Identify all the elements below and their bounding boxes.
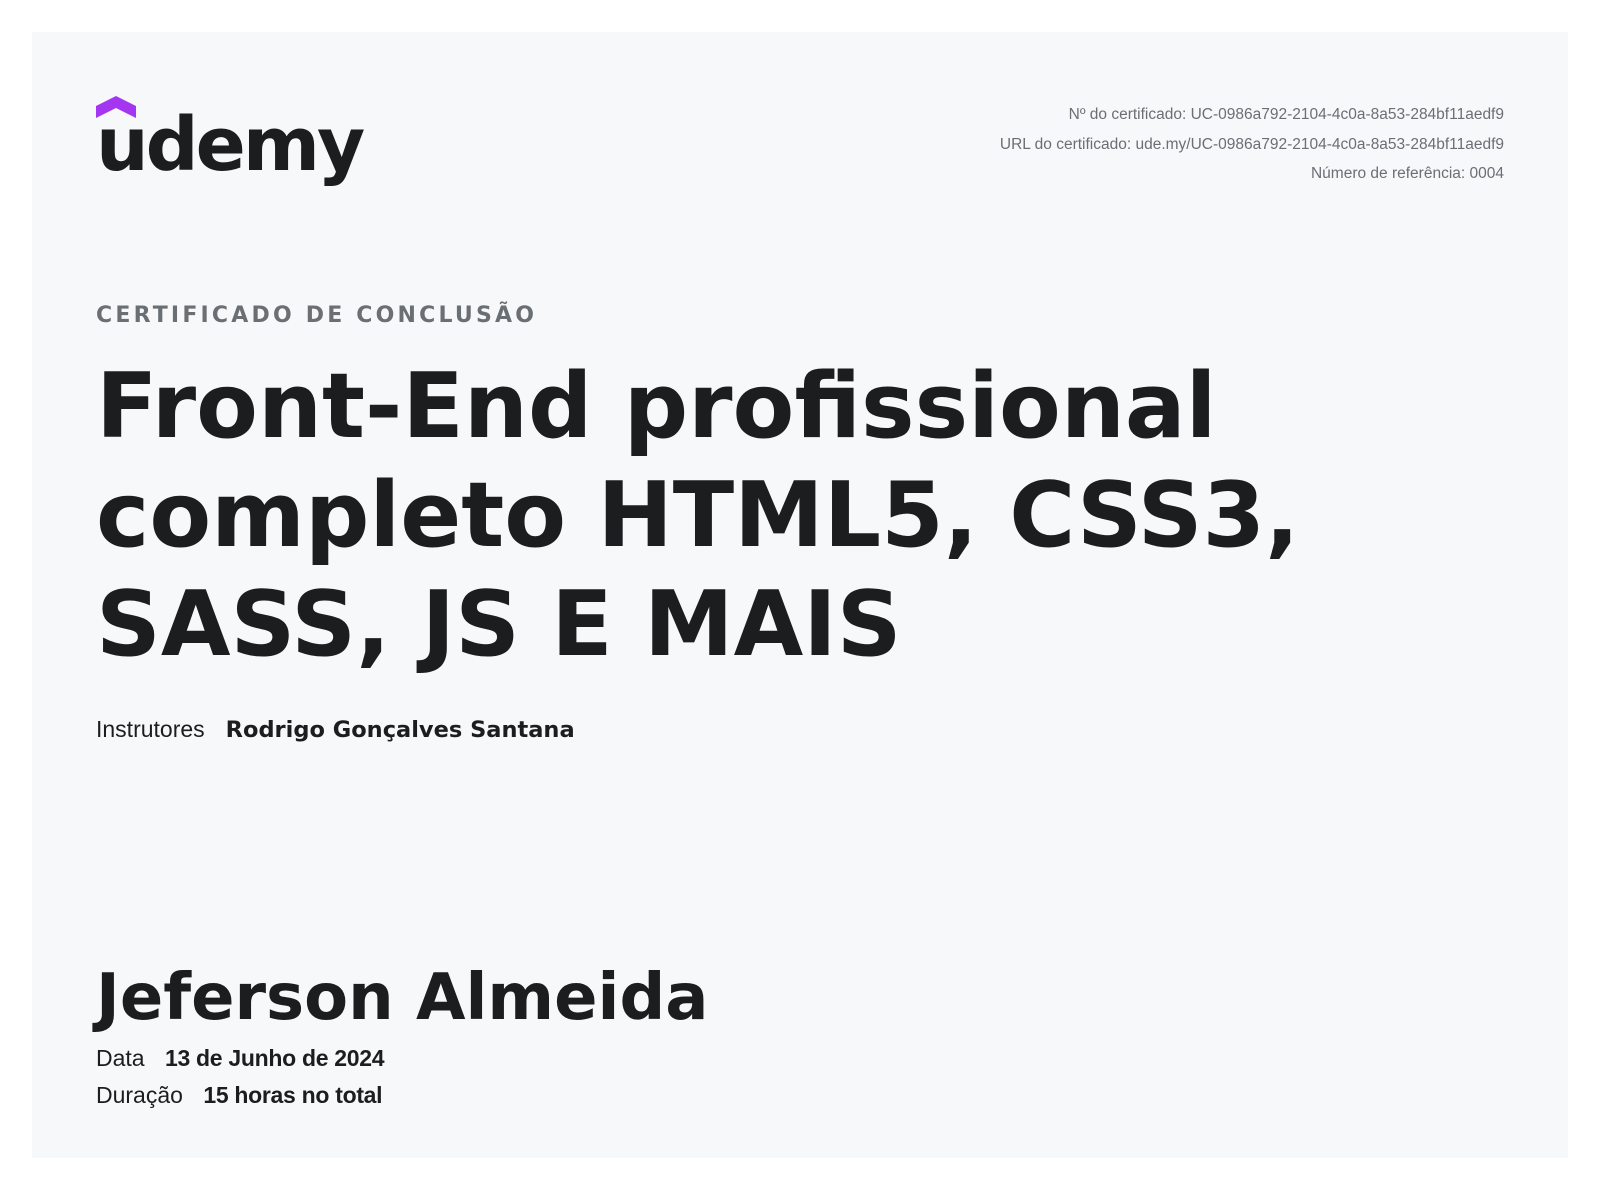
logo-wordmark: udemy [96,102,365,188]
duration-row: Duração 15 horas no total [96,1079,383,1111]
date-row: Data 13 de Junho de 2024 [96,1042,385,1074]
date-value: 13 de Junho de 2024 [164,1045,385,1071]
udemy-logo: udemy [96,96,365,194]
certificate: udemy Nº do certificado: UC-0986a792-210… [32,32,1568,1158]
course-title: Front-End profissional completo HTML5, C… [96,354,1300,677]
certificate-url: URL do certificado: ude.my/UC-0986a792-2… [999,135,1504,153]
duration-value: 15 horas no total [203,1082,383,1108]
certificate-meta: Nº do certificado: UC-0986a792-2104-4c0a… [1000,100,1504,189]
instructors-label: Instrutores [96,716,205,742]
certificate-number: Nº do certificado: UC-0986a792-2104-4c0a… [1068,106,1504,123]
instructors-row: Instrutores Rodrigo Gonçalves Santana [96,713,575,747]
duration-label: Duração [96,1082,183,1108]
certificate-kicker: CERTIFICADO DE CONCLUSÃO [96,303,538,328]
reference-number: Número de referência: 0004 [1310,165,1504,182]
date-label: Data [96,1045,145,1071]
student-name: Jeferson Almeida [96,961,709,1035]
instructor-name: Rodrigo Gonçalves Santana [225,717,575,743]
